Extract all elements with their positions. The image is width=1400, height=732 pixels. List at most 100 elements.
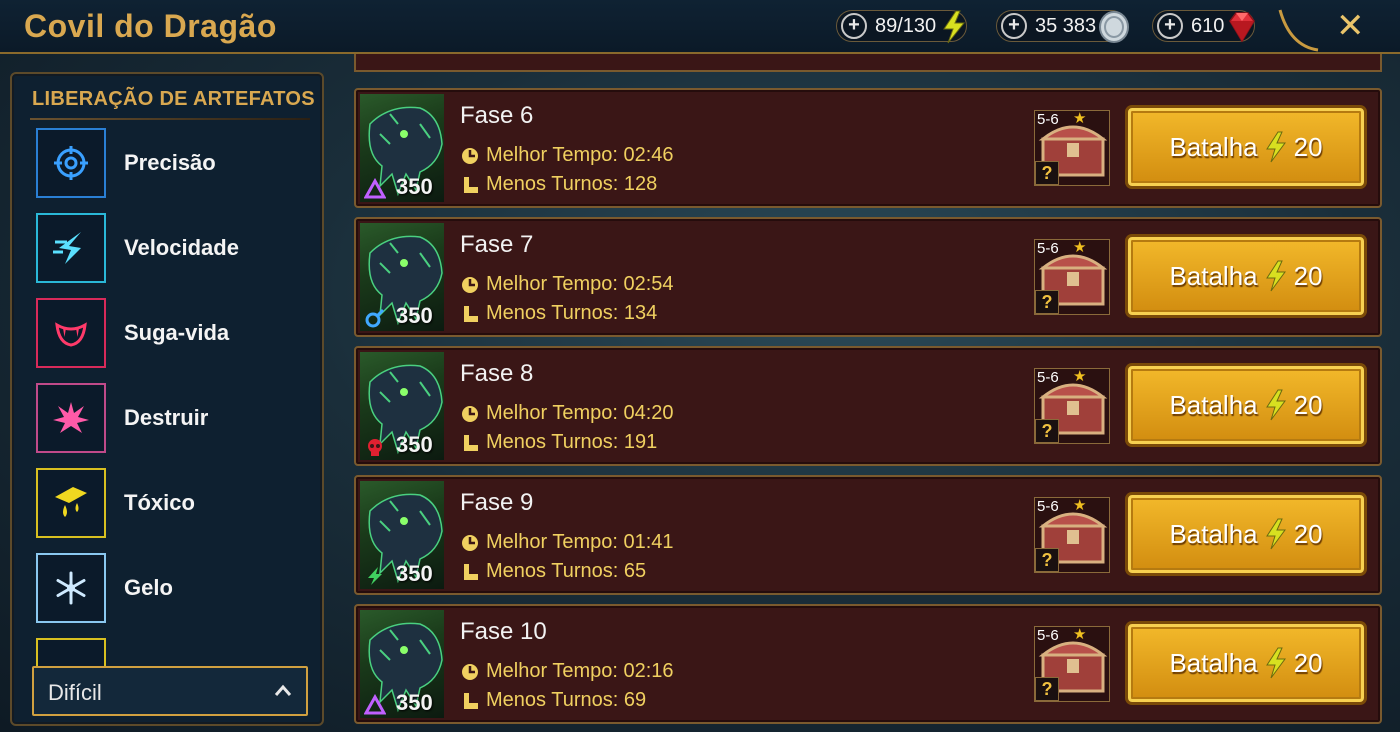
sidebar-item-precisao[interactable]: Precisão xyxy=(36,128,316,198)
reward-chest[interactable]: 5-6 ★ ? xyxy=(1034,626,1110,702)
battle-button[interactable]: Batalha 20 xyxy=(1128,366,1364,444)
sidebar-item-partial[interactable] xyxy=(36,638,316,668)
difficulty-select[interactable]: Difícil xyxy=(32,666,308,716)
best-time: Melhor Tempo: 01:41 xyxy=(460,531,674,554)
question-icon: ? xyxy=(1035,290,1059,314)
battle-cost: 20 xyxy=(1293,260,1323,291)
reward-chest[interactable]: 5-6 ★ ? xyxy=(1034,368,1110,444)
battle-button[interactable]: Batalha 20 xyxy=(1128,237,1364,315)
sidebar-item-destruir[interactable]: Destruir xyxy=(36,383,316,453)
energy-resource[interactable]: + 89/130 xyxy=(836,10,968,44)
sidebar-title: LIBERAÇÃO DE ARTEFATOS xyxy=(32,88,315,110)
battle-button[interactable]: Batalha 20 xyxy=(1128,495,1364,573)
reward-star-range: 5-6 xyxy=(1037,627,1059,644)
min-turns: Menos Turnos: 69 xyxy=(460,689,646,712)
reward-star-range: 5-6 xyxy=(1037,240,1059,257)
star-icon: ★ xyxy=(1073,497,1087,514)
void-affinity-icon xyxy=(368,439,382,456)
close-icon[interactable]: ✕ xyxy=(1336,6,1366,46)
silver-value: 35 383 xyxy=(1035,14,1097,37)
battle-button[interactable]: Batalha 20 xyxy=(1128,624,1364,702)
sidebar-item-icon-box xyxy=(36,638,106,668)
stage-row[interactable]: 350 Fase 7 Melhor Tempo: 02:54 Menos Tur… xyxy=(354,217,1382,337)
sidebar-item-label: Velocidade xyxy=(124,235,239,260)
magic-affinity-icon xyxy=(364,694,386,715)
stage-name: Fase 10 xyxy=(460,618,547,645)
sidebar-item-suga-vida[interactable]: Suga-vida xyxy=(36,298,316,368)
add-energy-button[interactable]: + xyxy=(841,13,867,39)
clock-icon xyxy=(462,663,478,680)
best-time: Melhor Tempo: 02:16 xyxy=(460,660,674,683)
question-icon: ? xyxy=(1035,419,1059,443)
boot-icon xyxy=(464,305,478,322)
sidebar-item-icon-box xyxy=(36,298,106,368)
star-icon: ★ xyxy=(1073,626,1087,643)
battle-button[interactable]: Batalha 20 xyxy=(1128,108,1364,186)
lightning-icon xyxy=(1265,260,1286,292)
silver-resource[interactable]: + 35 383 xyxy=(996,10,1130,43)
sidebar-item-icon-box xyxy=(36,383,106,453)
sidebar-item-gelo[interactable]: Gelo xyxy=(36,553,316,623)
question-icon: ? xyxy=(1035,161,1059,185)
sidebar-item-toxico[interactable]: Tóxico xyxy=(36,468,316,538)
stage-row-partial xyxy=(354,54,1382,72)
lightning-icon xyxy=(943,10,966,44)
min-turns-label: Menos Turnos: 134 xyxy=(486,302,658,324)
question-icon: ? xyxy=(1035,548,1059,572)
sidebar-item-label: Precisão xyxy=(124,150,216,175)
reward-chest[interactable]: 5-6 ★ ? xyxy=(1034,497,1110,573)
stage-power: 350 xyxy=(396,561,433,586)
reward-chest[interactable]: 5-6 ★ ? xyxy=(1034,110,1110,186)
min-turns: Menos Turnos: 65 xyxy=(460,560,646,583)
sidebar-divider xyxy=(30,118,310,120)
header-divider xyxy=(1278,9,1319,52)
lightning-icon xyxy=(1265,647,1286,679)
gems-value: 610 xyxy=(1191,14,1225,37)
min-turns: Menos Turnos: 128 xyxy=(460,173,657,196)
reward-star-range: 5-6 xyxy=(1037,111,1059,128)
sidebar-item-label: Destruir xyxy=(124,405,209,430)
stage-row[interactable]: 350 Fase 6 Melhor Tempo: 02:46 Menos Tur… xyxy=(354,88,1382,208)
add-gems-button[interactable]: + xyxy=(1157,13,1183,39)
sidebar-item-icon-box xyxy=(36,553,106,623)
artifact-sidebar: LIBERAÇÃO DE ARTEFATOS Precisão Velocida… xyxy=(10,72,324,726)
battle-label: Batalha xyxy=(1169,260,1258,291)
lightning-icon xyxy=(1265,131,1286,163)
min-turns-label: Menos Turnos: 191 xyxy=(486,431,658,453)
battle-label: Batalha xyxy=(1169,131,1258,162)
ruby-gem-icon xyxy=(1229,12,1256,43)
reward-star-range: 5-6 xyxy=(1037,498,1059,515)
stage-row[interactable]: 350 Fase 8 Melhor Tempo: 04:20 Menos Tur… xyxy=(354,346,1382,466)
stage-row[interactable]: 350 Fase 10 Melhor Tempo: 02:16 Menos Tu… xyxy=(354,604,1382,724)
clock-icon xyxy=(462,147,478,164)
add-silver-button[interactable]: + xyxy=(1001,13,1027,39)
sidebar-item-label: Tóxico xyxy=(124,490,195,515)
question-icon: ? xyxy=(1035,677,1059,701)
min-turns-label: Menos Turnos: 65 xyxy=(486,560,647,582)
lightning-icon xyxy=(1265,389,1286,421)
gems-resource[interactable]: + 610 xyxy=(1152,10,1256,43)
spirit-affinity-icon xyxy=(365,308,385,328)
sidebar-item-icon-box xyxy=(36,128,106,198)
artifact-set-list[interactable]: Precisão Velocidade Suga-vida Destruir T… xyxy=(36,128,316,668)
chevron-up-icon xyxy=(274,684,292,696)
stage-name: Fase 9 xyxy=(460,489,534,516)
sidebar-item-label: Gelo xyxy=(124,575,173,600)
battle-label: Batalha xyxy=(1169,647,1258,678)
top-bar: Covil do Dragão + 89/130 + 35 383 + 610 … xyxy=(0,0,1400,54)
sidebar-item-icon-box xyxy=(36,468,106,538)
battle-cost: 20 xyxy=(1293,131,1323,162)
stage-row[interactable]: 350 Fase 9 Melhor Tempo: 01:41 Menos Tur… xyxy=(354,475,1382,595)
poison-icon xyxy=(55,487,87,517)
stage-list[interactable]: 350 Fase 6 Melhor Tempo: 02:46 Menos Tur… xyxy=(354,54,1384,732)
sidebar-item-velocidade[interactable]: Velocidade xyxy=(36,213,316,283)
best-time-label: Melhor Tempo: 01:41 xyxy=(486,531,674,553)
stage-power: 350 xyxy=(396,174,433,199)
boot-icon xyxy=(464,563,478,580)
reward-chest[interactable]: 5-6 ★ ? xyxy=(1034,239,1110,315)
stage-name: Fase 7 xyxy=(460,231,534,258)
stage-power: 350 xyxy=(396,690,433,715)
best-time: Melhor Tempo: 02:54 xyxy=(460,273,674,296)
stage-power: 350 xyxy=(396,303,433,328)
clock-icon xyxy=(462,276,478,293)
